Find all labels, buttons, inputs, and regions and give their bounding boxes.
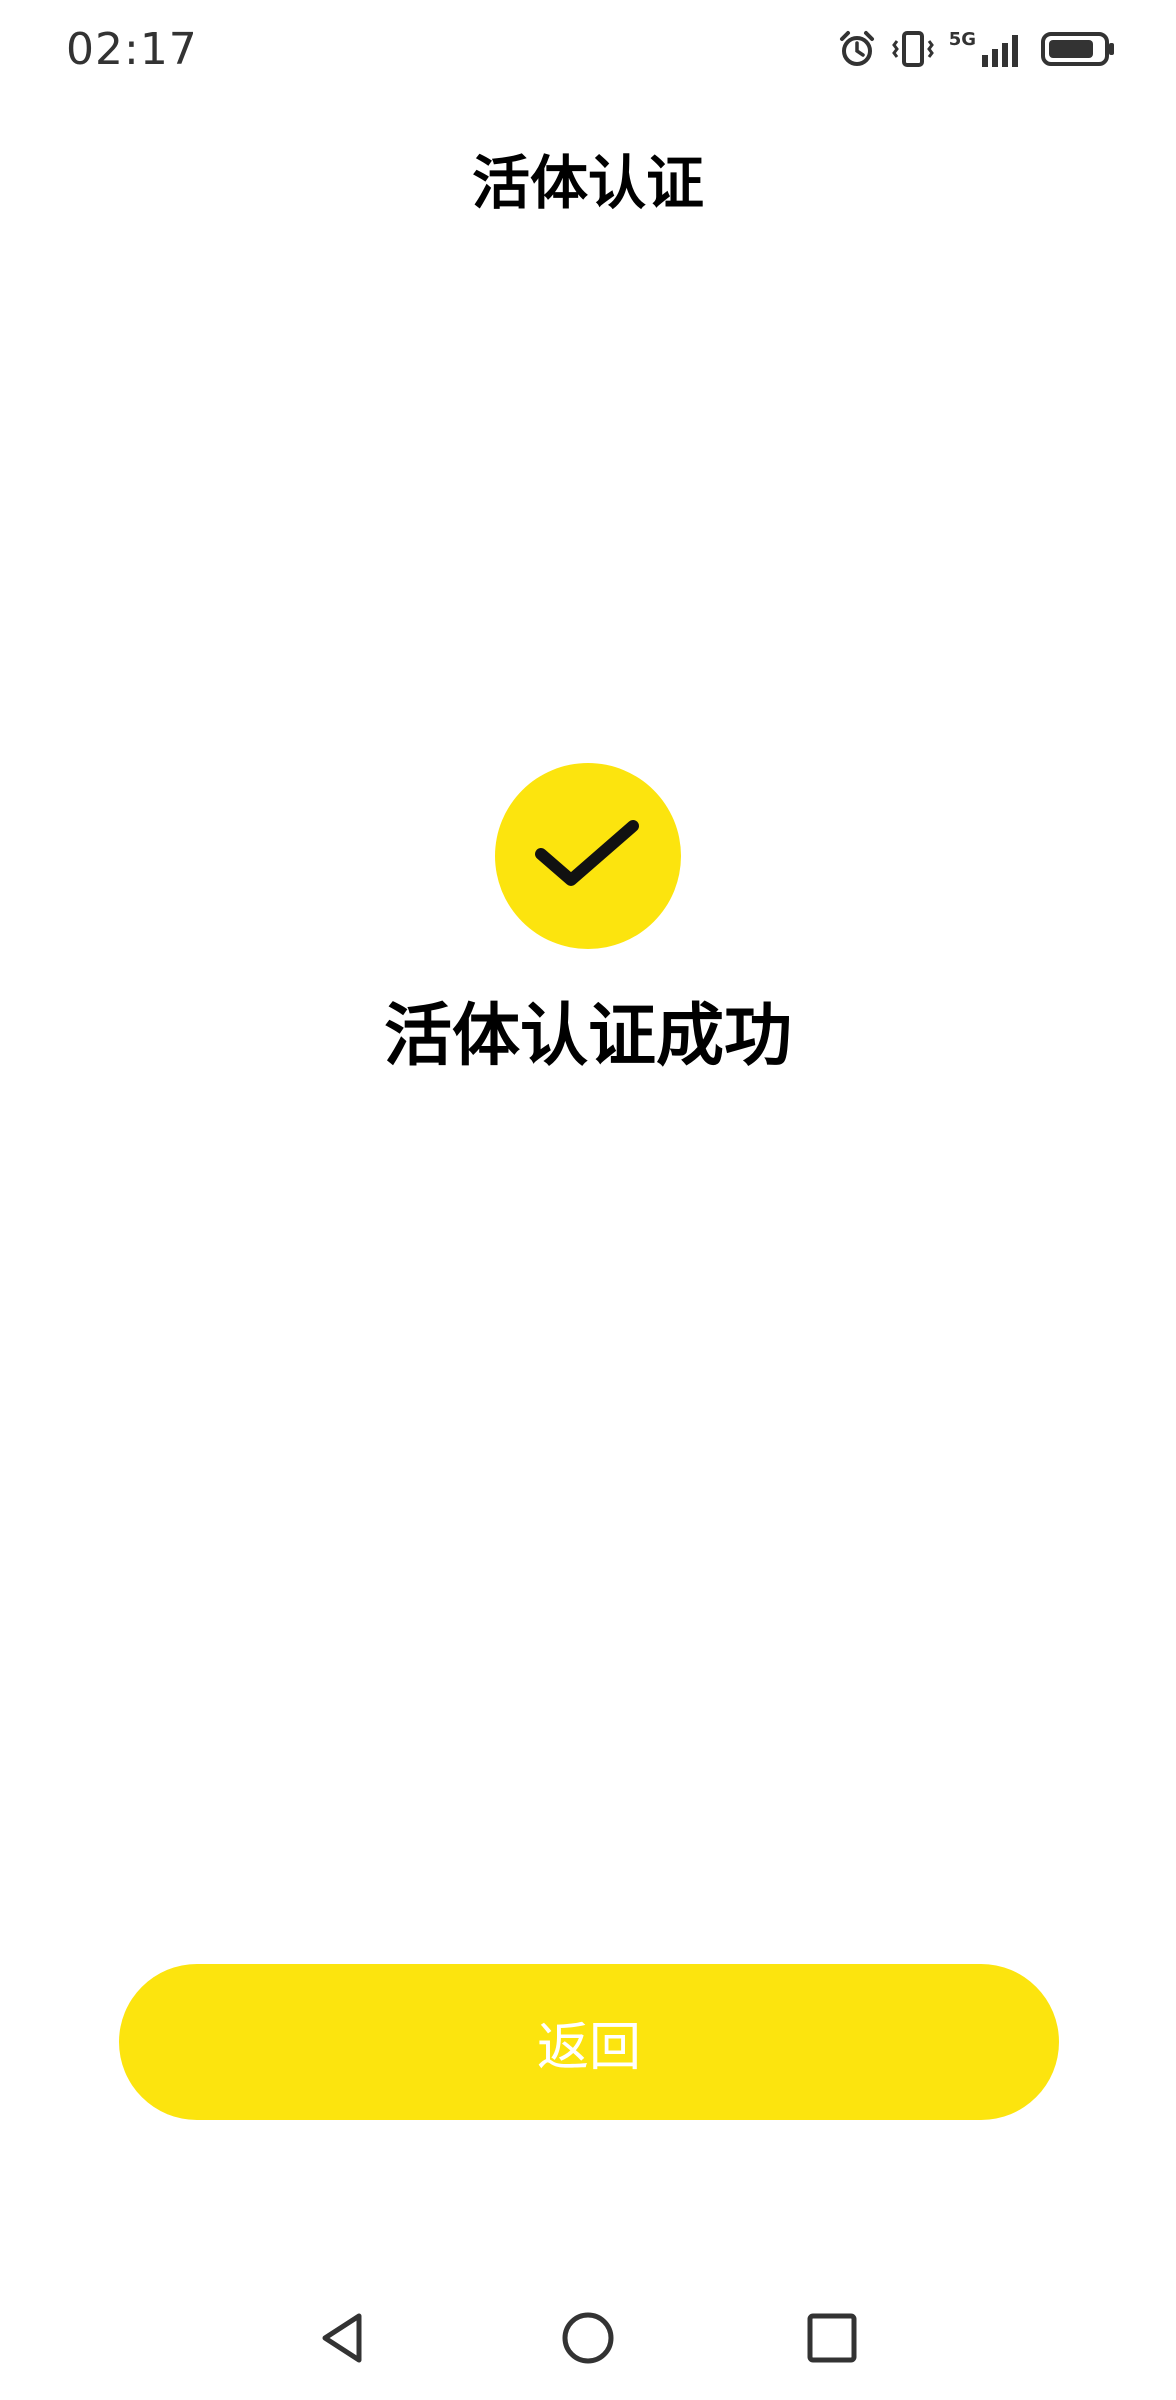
vibrate-icon (891, 29, 935, 69)
5g-signal-icon: 5G (949, 29, 1026, 69)
status-bar: 02:17 5G (0, 0, 1176, 96)
nav-back-button[interactable] (312, 2310, 372, 2370)
liveness-success-screen: 02:17 5G 活体认证 活体认证成功 返回 (0, 0, 1176, 2400)
nav-home-button[interactable] (558, 2310, 618, 2370)
status-time: 02:17 (66, 24, 198, 75)
recents-square-icon (806, 2312, 858, 2368)
alarm-icon (837, 29, 877, 69)
network-type-label: 5G (948, 29, 976, 50)
checkmark-icon (533, 814, 643, 898)
nav-recents-button[interactable] (802, 2310, 862, 2370)
success-badge (495, 763, 681, 949)
status-icons: 5G (837, 24, 1116, 74)
success-message: 活体认证成功 (383, 997, 792, 1076)
home-circle-icon (560, 2310, 616, 2370)
back-triangle-icon (317, 2310, 367, 2370)
system-nav-bar (0, 2290, 1176, 2386)
return-button[interactable]: 返回 (119, 1964, 1059, 2120)
battery-icon (1040, 29, 1116, 69)
page-title: 活体认证 (471, 149, 704, 217)
